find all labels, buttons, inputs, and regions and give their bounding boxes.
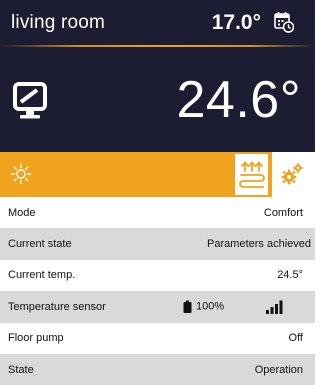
row-value: Comfort — [263, 206, 303, 219]
row-label: Current temp. — [8, 269, 76, 282]
header-divider — [0, 45, 315, 47]
current-temperature: 24.6° — [176, 71, 301, 129]
sun-icon[interactable] — [10, 163, 32, 185]
row-current-temp: Current temp. 24.5° — [0, 260, 315, 291]
row-label: Mode — [8, 206, 36, 219]
row-floor-pump: Floor pump Off — [0, 323, 315, 354]
signal-icon — [266, 300, 283, 314]
row-current-state: Current state Parameters achieved — [0, 228, 315, 260]
row-label: Current state — [8, 238, 72, 251]
row-label: Floor pump — [8, 332, 64, 345]
floor-heating-button[interactable] — [233, 152, 270, 197]
monitor-icon — [13, 82, 47, 119]
room-name: living room — [11, 12, 106, 33]
battery-level: 100% — [196, 300, 225, 313]
row-temperature-sensor: Temperature sensor 100% — [0, 291, 315, 323]
row-value: Off — [288, 332, 303, 345]
row-state: State Operation — [0, 353, 315, 385]
row-mode[interactable]: Mode Comfort — [0, 197, 315, 228]
calendar-clock-icon[interactable] — [274, 11, 294, 33]
zone-header: living room 17.0° 24.6° — [0, 0, 315, 152]
row-value: Operation — [254, 363, 303, 376]
row-label: Temperature sensor — [8, 300, 106, 313]
battery-icon — [183, 300, 192, 313]
floor-heating-icon — [239, 161, 265, 188]
row-value: Parameters achieved — [207, 238, 311, 251]
mode-bar — [0, 152, 315, 197]
gears-icon — [281, 163, 303, 185]
set-temperature[interactable]: 17.0° — [212, 11, 261, 35]
settings-button[interactable] — [272, 152, 315, 197]
zone-parameters-list: Mode Comfort Current state Parameters ac… — [0, 197, 315, 385]
row-label: State — [8, 363, 34, 376]
row-value: 24.5° — [277, 269, 303, 282]
battery-status: 100% — [183, 300, 224, 313]
